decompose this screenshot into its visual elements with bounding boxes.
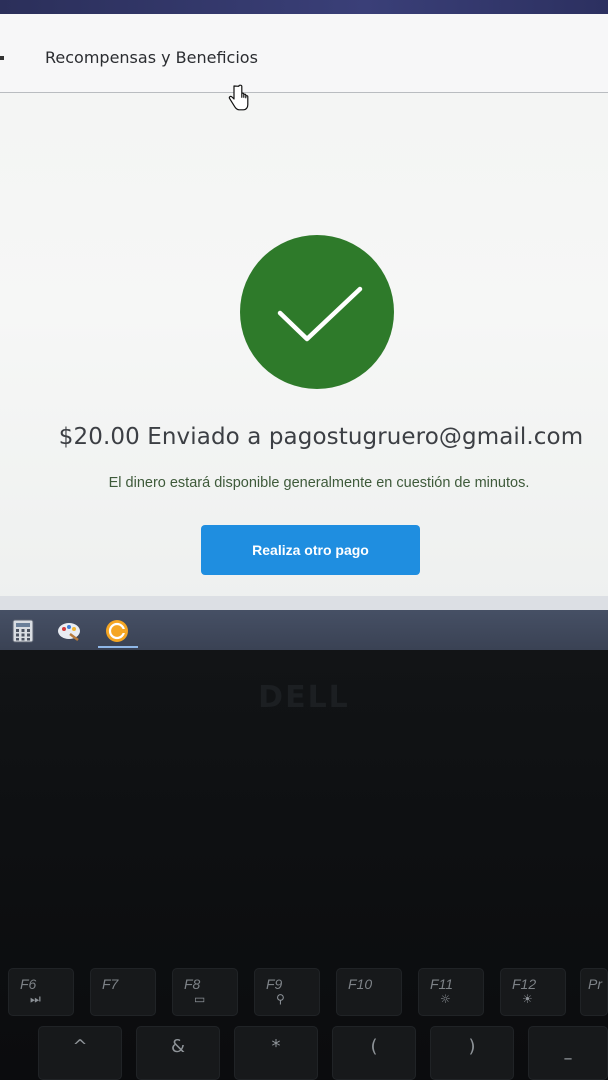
media-next-icon: ⏭ bbox=[30, 992, 41, 1006]
os-taskbar bbox=[0, 610, 608, 650]
key-f7[interactable]: F7 bbox=[90, 968, 156, 1016]
availability-note: El dinero estará disponible generalmente… bbox=[108, 475, 530, 491]
nav-link-rewards[interactable]: Recompensas y Beneficios bbox=[45, 48, 258, 67]
dell-logo: DELL bbox=[258, 680, 350, 715]
key-6[interactable]: ^ bbox=[38, 1026, 122, 1080]
active-app-indicator bbox=[98, 646, 138, 648]
header-edge-marker bbox=[0, 56, 4, 60]
key-0[interactable]: ) bbox=[430, 1026, 514, 1080]
brightness-up-icon: ☀ bbox=[522, 992, 533, 1006]
recipient-email: pagostugruero@gmail.com bbox=[268, 424, 584, 450]
key-f9[interactable]: F9 ⚲ bbox=[254, 968, 320, 1016]
success-check-badge bbox=[240, 235, 394, 389]
page-header: Recompensas y Beneficios bbox=[0, 14, 608, 93]
key-7[interactable]: & bbox=[136, 1026, 220, 1080]
hand-cursor-icon bbox=[228, 84, 249, 111]
key-minus[interactable]: – bbox=[528, 1026, 608, 1080]
key-9[interactable]: ( bbox=[332, 1026, 416, 1080]
make-another-payment-button[interactable]: Realiza otro pago bbox=[201, 525, 420, 575]
monitor-top-bezel bbox=[0, 0, 608, 14]
search-icon: ⚲ bbox=[276, 992, 285, 1006]
key-f6[interactable]: F6 ⏭ bbox=[8, 968, 74, 1016]
key-print-screen[interactable]: Pr bbox=[580, 968, 608, 1016]
page-bottom-strip bbox=[0, 596, 608, 610]
key-f8[interactable]: F8 ▭ bbox=[172, 968, 238, 1016]
sent-to-label: Enviado a bbox=[147, 424, 262, 450]
sent-amount: $20.00 bbox=[58, 424, 140, 450]
keyboard: F6 ⏭ F7 F8 ▭ F9 ⚲ F10 F11 ☼ F12 ☀ Pr ^ &… bbox=[0, 968, 608, 1080]
payment-confirmation-heading: $20.00 Enviado a pagostugruero@gmail.com bbox=[0, 424, 608, 450]
browser-screen: Recompensas y Beneficios $20.00 Enviado … bbox=[0, 14, 608, 610]
brightness-down-icon: ☼ bbox=[440, 992, 451, 1006]
key-f12[interactable]: F12 ☀ bbox=[500, 968, 566, 1016]
key-8[interactable]: * bbox=[234, 1026, 318, 1080]
calculator-icon[interactable] bbox=[10, 618, 36, 644]
checkmark-icon bbox=[277, 286, 363, 342]
laptop-body: DELL F6 ⏭ F7 F8 ▭ F9 ⚲ F10 F11 ☼ F12 ☀ P… bbox=[0, 650, 608, 1080]
key-f11[interactable]: F11 ☼ bbox=[418, 968, 484, 1016]
key-f10[interactable]: F10 bbox=[336, 968, 402, 1016]
paint-icon[interactable] bbox=[56, 618, 82, 644]
display-switch-icon: ▭ bbox=[194, 992, 206, 1006]
coin-app-icon[interactable] bbox=[104, 618, 130, 644]
